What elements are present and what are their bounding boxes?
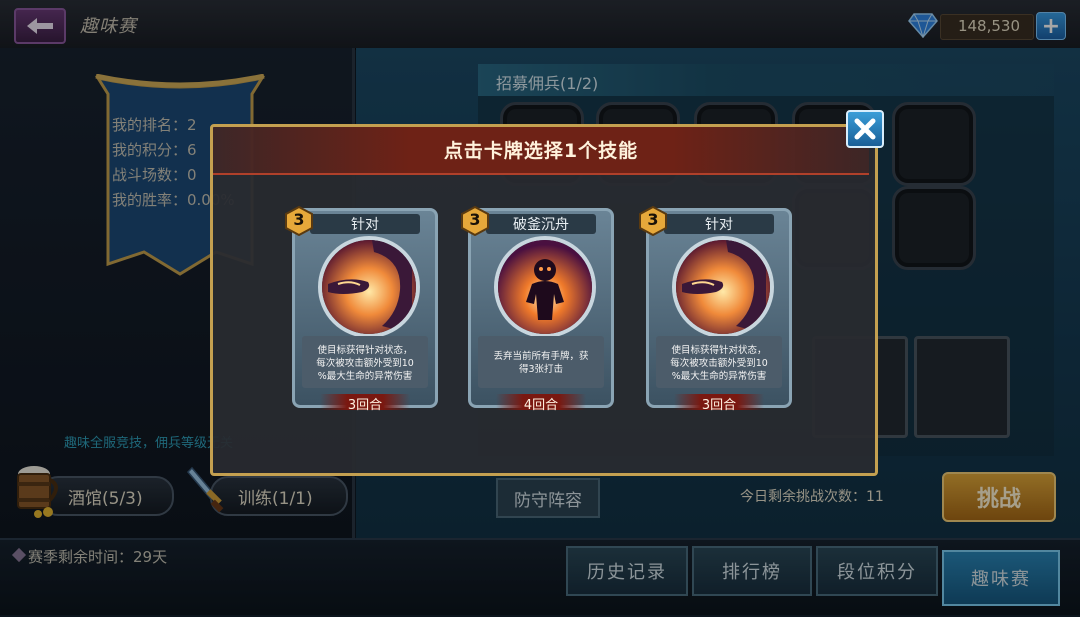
dialog-title: 点击卡牌选择1个技能 [443,140,639,162]
flame-figure-art [494,236,596,338]
card-turns: 3回合 [701,398,737,413]
skill-card[interactable]: 针对 3 使目标获得针对状态， 每次被攻击额外受到10 %最大生命的异常伤害 3… [639,206,792,413]
card-turns: 3回合 [347,398,383,413]
card-description: 使目标获得针对状态， 每次被攻击额外受到10 %最大生命的异常伤害 [316,345,414,382]
card-turns: 4回合 [523,398,559,413]
card-name: 破釜沉舟 [513,217,569,233]
target-hand-art [672,236,774,338]
skill-card[interactable]: 破釜沉舟 3 丢弃当前所有手牌，获 得3张打击 4回合 [461,206,614,413]
skill-card[interactable]: 针对 3 使目标获得针对状态， 每次被攻击额外受到10 %最大生命的异常伤害 3… [285,206,438,413]
card-name: 针对 [705,217,733,233]
card-cost: 3 [293,210,305,229]
card-cost: 3 [647,210,659,229]
card-cost: 3 [469,210,481,229]
card-description: 使目标获得针对状态， 每次被攻击额外受到10 %最大生命的异常伤害 [670,345,768,382]
card-description: 丢弃当前所有手牌，获 得3张打击 [493,351,589,375]
close-button[interactable] [846,110,884,148]
close-icon [854,118,876,140]
card-name: 针对 [351,217,379,233]
target-hand-art [318,236,420,338]
